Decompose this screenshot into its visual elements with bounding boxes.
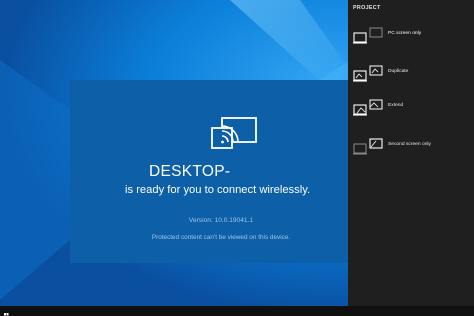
device-name: DESKTOP- — [149, 163, 231, 180]
project-option-label: Extend — [388, 103, 404, 108]
version-label: Version: 10.0.19041.1 — [188, 217, 254, 224]
project-flyout: PROJECT PC screen only Duplicate Extend … — [348, 0, 474, 306]
ready-message: is ready for you to connect wirelessly. — [125, 184, 311, 196]
second-screen-only-icon — [352, 136, 384, 156]
windows-logo-icon[interactable] — [1, 307, 11, 316]
project-option-label: Duplicate — [388, 69, 409, 74]
project-option-extend[interactable]: Extend — [348, 95, 474, 119]
duplicate-icon — [352, 63, 384, 83]
extend-icon — [352, 97, 384, 117]
project-option-duplicate[interactable]: Duplicate — [348, 61, 474, 85]
pc-screen-only-icon — [352, 25, 384, 45]
wireless-display-icon — [210, 116, 260, 152]
project-option-second-screen-only[interactable]: Second screen only — [348, 134, 474, 158]
project-title: PROJECT — [353, 5, 381, 11]
protected-content-notice: Protected content can't be viewed on thi… — [151, 234, 291, 241]
project-option-pc-screen-only[interactable]: PC screen only — [348, 23, 474, 47]
connect-app-panel: DESKTOP- is ready for you to connect wir… — [70, 80, 372, 263]
desktop-screen: DESKTOP- is ready for you to connect wir… — [0, 0, 474, 316]
taskbar — [0, 306, 474, 316]
project-option-label: Second screen only — [388, 142, 431, 147]
project-option-label: PC screen only — [388, 31, 422, 36]
